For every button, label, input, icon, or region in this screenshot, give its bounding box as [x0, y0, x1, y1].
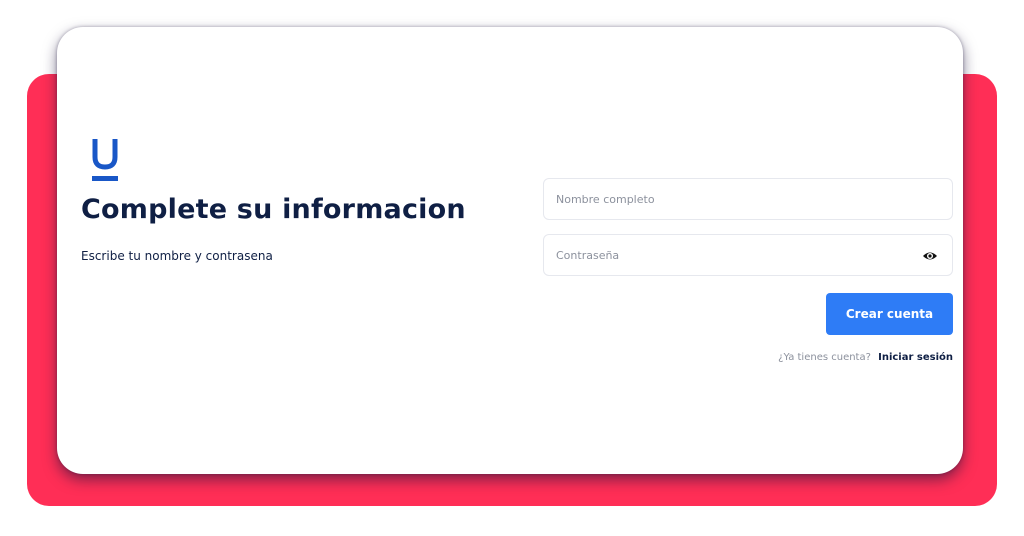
create-account-button[interactable]: Crear cuenta	[826, 293, 953, 335]
u-logo-icon	[90, 137, 120, 185]
login-prompt-row: ¿Ya tienes cuenta? Iniciar sesión	[778, 352, 953, 363]
full-name-input[interactable]	[544, 179, 952, 219]
eye-icon[interactable]	[922, 248, 938, 264]
page-subtitle: Escribe tu nombre y contrasena	[81, 249, 273, 263]
signup-card: Complete su informacion Escribe tu nombr…	[57, 27, 963, 474]
page-title: Complete su informacion	[81, 194, 466, 225]
full-name-field[interactable]	[543, 178, 953, 220]
login-prompt-text: ¿Ya tienes cuenta?	[778, 352, 871, 363]
password-field[interactable]	[543, 234, 953, 276]
page-background: Complete su informacion Escribe tu nombr…	[0, 0, 1024, 536]
password-input[interactable]	[544, 235, 952, 275]
login-link[interactable]: Iniciar sesión	[878, 352, 953, 363]
